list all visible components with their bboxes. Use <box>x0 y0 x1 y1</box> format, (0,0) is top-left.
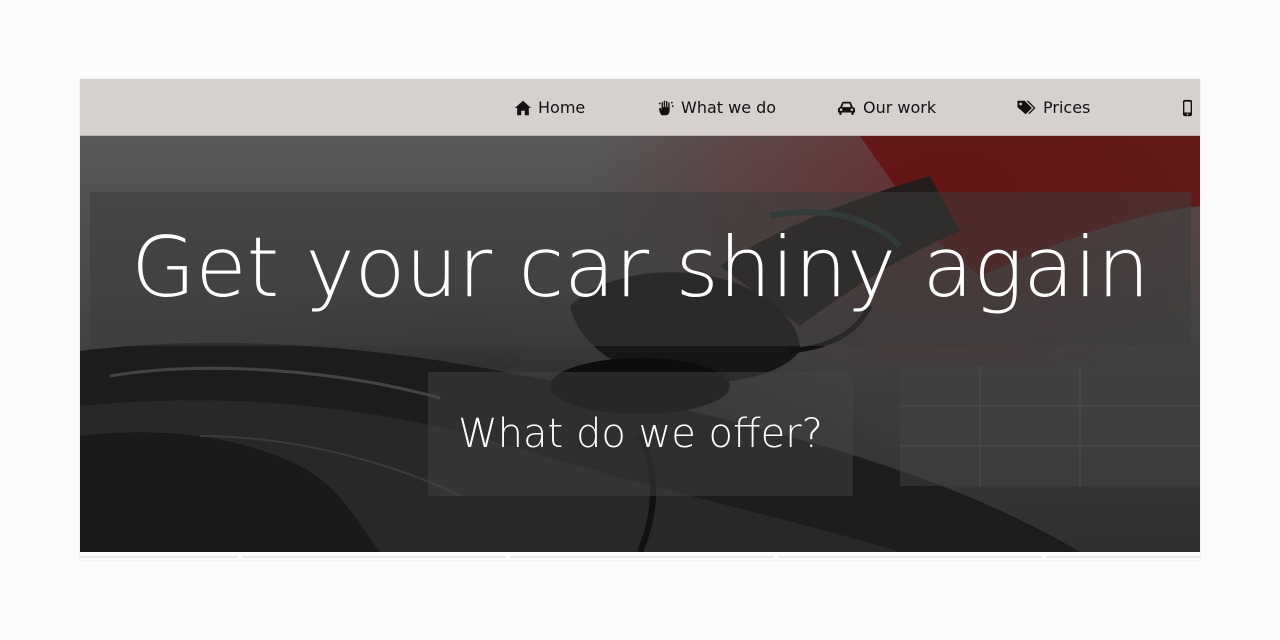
nav-item-label: Home <box>538 98 586 117</box>
mobile-phone-icon <box>1182 99 1193 117</box>
what-do-we-offer-label: What do we offer? <box>458 411 823 457</box>
what-do-we-offer-button[interactable]: What do we offer? <box>428 372 853 496</box>
bottom-divider-strip <box>80 552 1200 560</box>
divider-segment <box>510 556 774 558</box>
nav-item-our-work[interactable]: Our work <box>836 79 936 136</box>
top-navigation-bar: Home What we do Our work Prices <box>80 79 1200 136</box>
nav-item-home[interactable]: Home <box>514 79 585 136</box>
hand-icon <box>657 99 675 117</box>
divider-segment <box>242 556 506 558</box>
nav-item-label: What we do <box>681 98 777 117</box>
nav-item-contact[interactable]: C <box>1182 79 1200 136</box>
tags-icon <box>1016 99 1037 117</box>
divider-segment <box>1046 556 1200 558</box>
nav-item-label: Prices <box>1043 98 1091 117</box>
divider-segment <box>778 556 1042 558</box>
nav-item-label: C <box>1199 98 1200 117</box>
home-icon <box>514 99 532 117</box>
divider-segment <box>80 556 238 558</box>
headline-panel: Get your car shiny again <box>90 192 1191 346</box>
car-icon <box>836 99 857 117</box>
nav-item-label: Our work <box>863 98 937 117</box>
hero-headline: Get your car shiny again <box>131 218 1150 316</box>
hero-section: Get your car shiny again What do we offe… <box>80 136 1200 552</box>
page-frame: Home What we do Our work Prices Get your… <box>80 79 1200 560</box>
nav-item-what-we-do[interactable]: What we do <box>657 79 776 136</box>
nav-item-prices[interactable]: Prices <box>1016 79 1090 136</box>
